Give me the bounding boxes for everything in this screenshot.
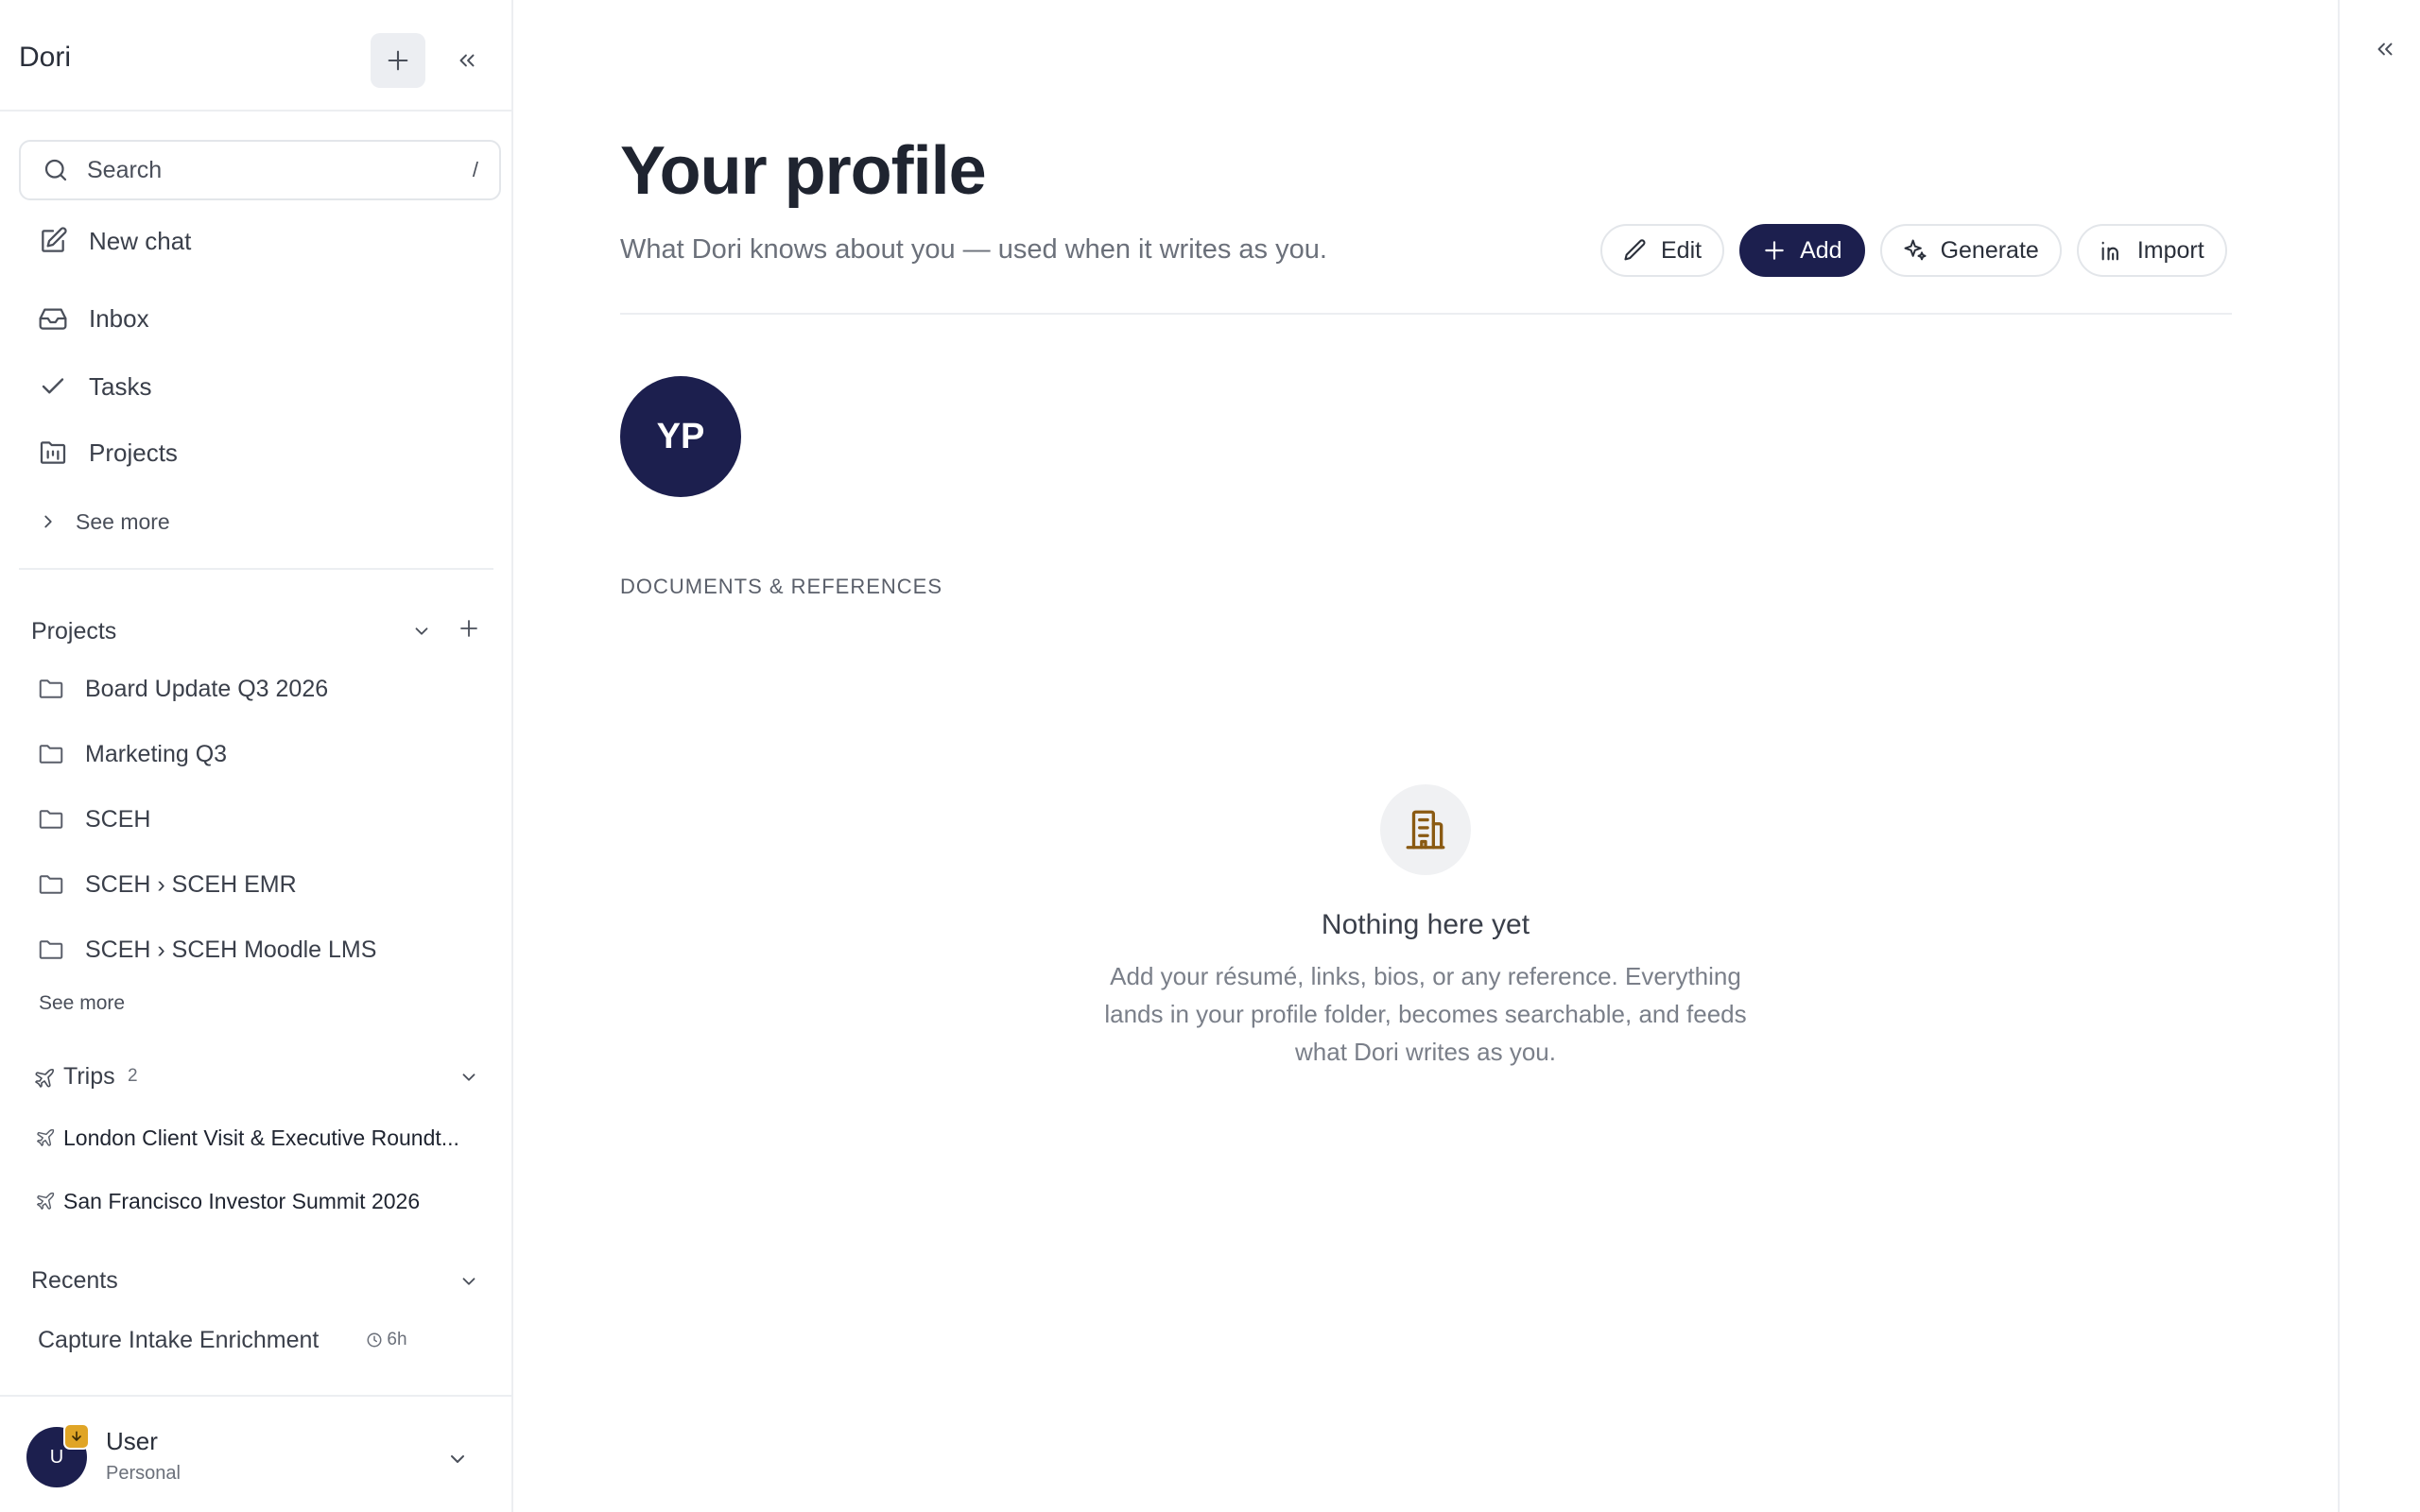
project-item[interactable]: SCEH (36, 797, 150, 842)
user-name: User (106, 1427, 158, 1455)
page-title: Your profile (620, 133, 987, 209)
folder-icon (36, 804, 66, 834)
chevrons-left-icon (459, 54, 475, 67)
project-item-label: SCEH › SCEH Moodle LMS (85, 936, 377, 963)
project-item[interactable]: Board Update Q3 2026 (36, 666, 328, 712)
user-plan: Personal (106, 1463, 181, 1484)
folder-icon (36, 674, 66, 704)
plus-icon (1760, 236, 1789, 265)
recent-item-time: 6h (366, 1330, 407, 1350)
sidebar-divider (19, 568, 493, 570)
import-button[interactable]: Import (2076, 224, 2227, 277)
search-input[interactable]: Search / (19, 140, 501, 200)
plus-icon (388, 50, 408, 71)
clock-icon (367, 1332, 382, 1348)
nav-projects[interactable]: Projects (36, 429, 178, 476)
trip-item[interactable]: San Francisco Investor Summit 2026 (33, 1180, 482, 1222)
trips-count: 2 (128, 1066, 138, 1086)
app-name: Dori (19, 42, 72, 73)
linkedin-icon (2098, 236, 2126, 265)
generate-button[interactable]: Generate (1879, 224, 2062, 277)
projects-see-more[interactable]: See more (39, 992, 125, 1015)
header-divider (620, 313, 2232, 315)
trip-item-label: London Client Visit & Executive Roundt..… (63, 1125, 459, 1150)
sparkles-icon (1901, 236, 1929, 265)
page-subtitle: What Dori knows about you — used when it… (620, 234, 1327, 265)
import-button-label: Import (2136, 236, 2204, 264)
chevrons-left-icon (2377, 43, 2393, 56)
project-item-label: Marketing Q3 (85, 740, 228, 767)
project-item[interactable]: Marketing Q3 (36, 731, 227, 777)
add-button-label: Add (1800, 236, 1842, 264)
sidebar-header: Dori (0, 0, 511, 112)
nav-projects-label: Projects (89, 438, 178, 467)
folder-icon (36, 869, 66, 900)
sidebar: Dori Search / New chat Inbox Tasks Proje… (0, 0, 513, 1512)
documents-section-label: DOCUMENTS & REFERENCES (620, 575, 943, 598)
trip-item[interactable]: London Client Visit & Executive Roundt..… (33, 1117, 482, 1159)
recent-item[interactable]: Capture Intake Enrichment 6h (38, 1319, 482, 1361)
pencil-icon (1621, 236, 1650, 265)
main-content: Your profile What Dori knows about you —… (513, 0, 2338, 1512)
arrow-down-icon (72, 1431, 81, 1441)
project-item[interactable]: SCEH › SCEH Moodle LMS (36, 927, 376, 972)
chevron-right-icon (36, 505, 60, 539)
chevron-down-icon[interactable] (454, 1062, 484, 1092)
search-icon (40, 154, 72, 186)
airplane-icon (33, 1189, 58, 1213)
right-panel-rail (2338, 0, 2420, 1512)
project-item-label: Board Update Q3 2026 (85, 675, 329, 702)
add-project-icon[interactable] (454, 613, 484, 644)
folder-icon (36, 739, 66, 769)
project-item-label: SCEH › SCEH EMR (85, 870, 297, 898)
empty-state-line: what Dori writes as you. (1295, 1038, 1556, 1066)
nav-new-chat[interactable]: New chat (36, 217, 191, 265)
airplane-icon (29, 1063, 60, 1093)
new-button[interactable] (371, 33, 425, 88)
nav-see-more-label: See more (76, 508, 170, 534)
profile-actions: Edit Add Generate Import (1600, 224, 2227, 277)
folder-icon (36, 935, 66, 965)
nav-tasks-label: Tasks (89, 371, 152, 401)
generate-button-label: Generate (1940, 236, 2039, 264)
chevron-down-icon[interactable] (442, 1444, 473, 1474)
recents-section-title[interactable]: Recents (31, 1267, 118, 1295)
check-icon (36, 369, 70, 404)
nav-new-chat-label: New chat (89, 226, 192, 255)
user-menu[interactable]: U User Personal (0, 1395, 511, 1512)
update-badge[interactable] (63, 1423, 90, 1450)
collapse-sidebar-button[interactable] (448, 42, 486, 79)
building-icon (1380, 784, 1471, 875)
profile-avatar[interactable]: YP (620, 376, 741, 497)
search-shortcut: / (472, 158, 478, 181)
nav-inbox-label: Inbox (89, 303, 149, 333)
chevron-down-icon[interactable] (406, 616, 437, 646)
expand-panel-button[interactable] (2368, 32, 2402, 66)
trips-section-title[interactable]: Trips (63, 1063, 115, 1091)
airplane-icon (33, 1125, 58, 1150)
empty-state-title: Nothing here yet (1321, 909, 1530, 940)
project-item-label: SCEH (85, 805, 151, 833)
inbox-icon (36, 301, 70, 335)
nav-inbox[interactable]: Inbox (36, 295, 149, 342)
nav-see-more[interactable]: See more (36, 498, 170, 545)
edit-button-label: Edit (1661, 236, 1703, 264)
trip-item-label: San Francisco Investor Summit 2026 (63, 1188, 421, 1213)
recent-item-label: Capture Intake Enrichment (38, 1326, 320, 1353)
search-placeholder: Search (87, 156, 163, 183)
edit-square-icon (36, 224, 70, 258)
empty-state-description: Add your résumé, links, bios, or any ref… (1047, 957, 1804, 1071)
nav-tasks[interactable]: Tasks (36, 363, 151, 410)
chevron-down-icon[interactable] (454, 1266, 484, 1297)
projects-section-title[interactable]: Projects (31, 618, 116, 645)
add-button[interactable]: Add (1739, 224, 1865, 277)
edit-button[interactable]: Edit (1600, 224, 1725, 277)
project-item[interactable]: SCEH › SCEH EMR (36, 862, 297, 907)
empty-state-line: lands in your profile folder, becomes se… (1104, 1000, 1747, 1028)
recent-item-time-value: 6h (387, 1330, 407, 1349)
empty-state-line: Add your résumé, links, bios, or any ref… (1110, 962, 1741, 990)
kanban-folder-icon (36, 436, 70, 470)
